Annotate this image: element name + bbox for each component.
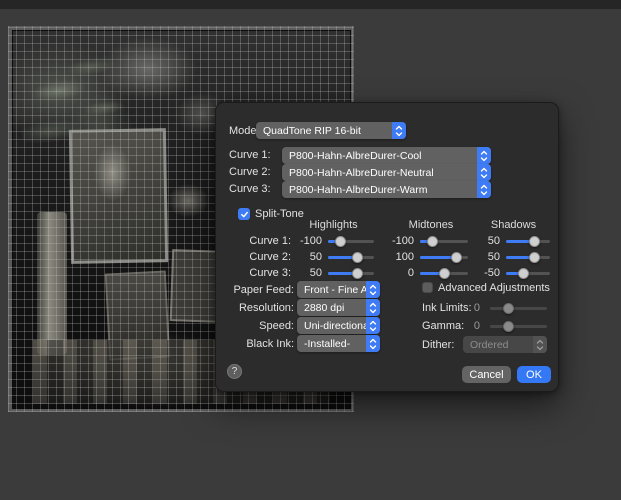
tone-row3-highlights-value: 50 xyxy=(294,267,322,280)
tone-row1-highlights-value: -100 xyxy=(294,235,322,248)
ok-button[interactable]: OK xyxy=(517,366,551,383)
tone-row1-midtones-value: -100 xyxy=(382,235,414,248)
tone-row1-shadows-value: 50 xyxy=(472,235,500,248)
speed-popup-value: Uni-directional xyxy=(297,318,366,334)
tone-row2-highlights-value: 50 xyxy=(294,251,322,264)
popup-chevrons-icon xyxy=(533,336,547,353)
highlights-header: Highlights xyxy=(291,219,376,231)
tone-row3-highlights-slider[interactable] xyxy=(328,272,374,275)
resolution-popup-value: 2880 dpi xyxy=(297,300,366,316)
paper-feed-label: Paper Feed: xyxy=(229,284,294,297)
curve1-popup-value: P800-Hahn-AlbreDurer-Cool xyxy=(282,148,477,164)
popup-chevrons-icon xyxy=(477,181,491,198)
app-window: Mode: QuadTone RIP 16-bit Curve 1: P800-… xyxy=(0,0,621,500)
slider-knob[interactable] xyxy=(529,236,540,247)
photo-figure xyxy=(94,144,131,201)
ink-limits-slider xyxy=(490,307,547,310)
popup-chevrons-icon xyxy=(366,335,380,352)
dither-popup-value: Ordered xyxy=(463,337,533,353)
tone-row1-label: Curve 1: xyxy=(229,235,291,248)
tone-row1-midtones-slider[interactable] xyxy=(420,240,468,243)
slider-knob[interactable] xyxy=(439,268,450,279)
quadtone-rip-dialog: Mode: QuadTone RIP 16-bit Curve 1: P800-… xyxy=(215,102,559,392)
tone-row2-shadows-slider[interactable] xyxy=(506,256,550,259)
slider-knob[interactable] xyxy=(427,236,438,247)
resolution-popup[interactable]: 2880 dpi xyxy=(297,299,380,316)
tone-row2-highlights-slider[interactable] xyxy=(328,256,374,259)
tone-row3-label: Curve 3: xyxy=(229,267,291,280)
mode-label: Mode: xyxy=(229,125,260,138)
curve3-label: Curve 3: xyxy=(229,183,271,196)
window-top-edge xyxy=(0,0,621,9)
photo-pedestal xyxy=(37,212,67,355)
gamma-label: Gamma: xyxy=(422,320,464,333)
split-tone-checkbox[interactable] xyxy=(238,208,250,220)
slider-knob[interactable] xyxy=(518,268,529,279)
black-ink-popup-value: -Installed- xyxy=(297,336,366,352)
tone-row3-shadows-value: -50 xyxy=(472,267,500,280)
popup-chevrons-icon xyxy=(366,281,380,298)
popup-chevrons-icon xyxy=(477,164,491,181)
paper-feed-popup[interactable]: Front - Fine Art xyxy=(297,281,380,298)
gamma-value: 0 xyxy=(462,320,480,333)
tone-row2-midtones-slider[interactable] xyxy=(420,256,468,259)
advanced-adjustments-checkbox[interactable] xyxy=(422,282,433,293)
slider-knob[interactable] xyxy=(352,252,363,263)
curve3-popup[interactable]: P800-Hahn-AlbreDurer-Warm xyxy=(282,181,491,198)
tone-row3-midtones-value: 0 xyxy=(382,267,414,280)
tone-row2-label: Curve 2: xyxy=(229,251,291,264)
dither-label: Dither: xyxy=(422,339,454,352)
cancel-button[interactable]: Cancel xyxy=(462,366,511,383)
slider-knob xyxy=(503,303,514,314)
paper-feed-popup-value: Front - Fine Art xyxy=(297,282,366,298)
midtones-header: Midtones xyxy=(391,219,471,231)
curve2-popup[interactable]: P800-Hahn-AlbreDurer-Neutral xyxy=(282,164,491,181)
tone-row3-shadows-slider[interactable] xyxy=(506,272,550,275)
ink-limits-value: 0 xyxy=(462,302,480,315)
help-button[interactable]: ? xyxy=(227,364,242,379)
slider-knob[interactable] xyxy=(352,268,363,279)
black-ink-label: Black Ink: xyxy=(229,338,294,351)
slider-knob[interactable] xyxy=(335,236,346,247)
popup-chevrons-icon xyxy=(477,147,491,164)
curve2-label: Curve 2: xyxy=(229,166,271,179)
curve2-popup-value: P800-Hahn-AlbreDurer-Neutral xyxy=(282,165,477,181)
gamma-slider xyxy=(490,325,547,328)
popup-chevrons-icon xyxy=(392,122,406,139)
speed-label: Speed: xyxy=(229,320,294,333)
curve3-popup-value: P800-Hahn-AlbreDurer-Warm xyxy=(282,182,477,198)
tone-row1-shadows-slider[interactable] xyxy=(506,240,550,243)
curve1-popup[interactable]: P800-Hahn-AlbreDurer-Cool xyxy=(282,147,491,164)
popup-chevrons-icon xyxy=(366,317,380,334)
mode-popup[interactable]: QuadTone RIP 16-bit xyxy=(256,122,406,139)
shadows-header: Shadows xyxy=(476,219,551,231)
tone-row2-midtones-value: 100 xyxy=(382,251,414,264)
tone-row3-midtones-slider[interactable] xyxy=(420,272,468,275)
tone-row2-shadows-value: 50 xyxy=(472,251,500,264)
advanced-adjustments-label: Advanced Adjustments xyxy=(438,282,550,295)
dither-popup: Ordered xyxy=(463,336,547,353)
slider-knob[interactable] xyxy=(529,252,540,263)
resolution-label: Resolution: xyxy=(229,302,294,315)
slider-knob xyxy=(503,321,514,332)
check-icon xyxy=(240,210,249,219)
curve1-label: Curve 1: xyxy=(229,149,271,162)
mode-popup-value: QuadTone RIP 16-bit xyxy=(256,123,392,139)
slider-knob[interactable] xyxy=(451,252,462,263)
popup-chevrons-icon xyxy=(366,299,380,316)
speed-popup[interactable]: Uni-directional xyxy=(297,317,380,334)
tone-row1-highlights-slider[interactable] xyxy=(328,240,374,243)
black-ink-popup[interactable]: -Installed- xyxy=(297,335,380,352)
